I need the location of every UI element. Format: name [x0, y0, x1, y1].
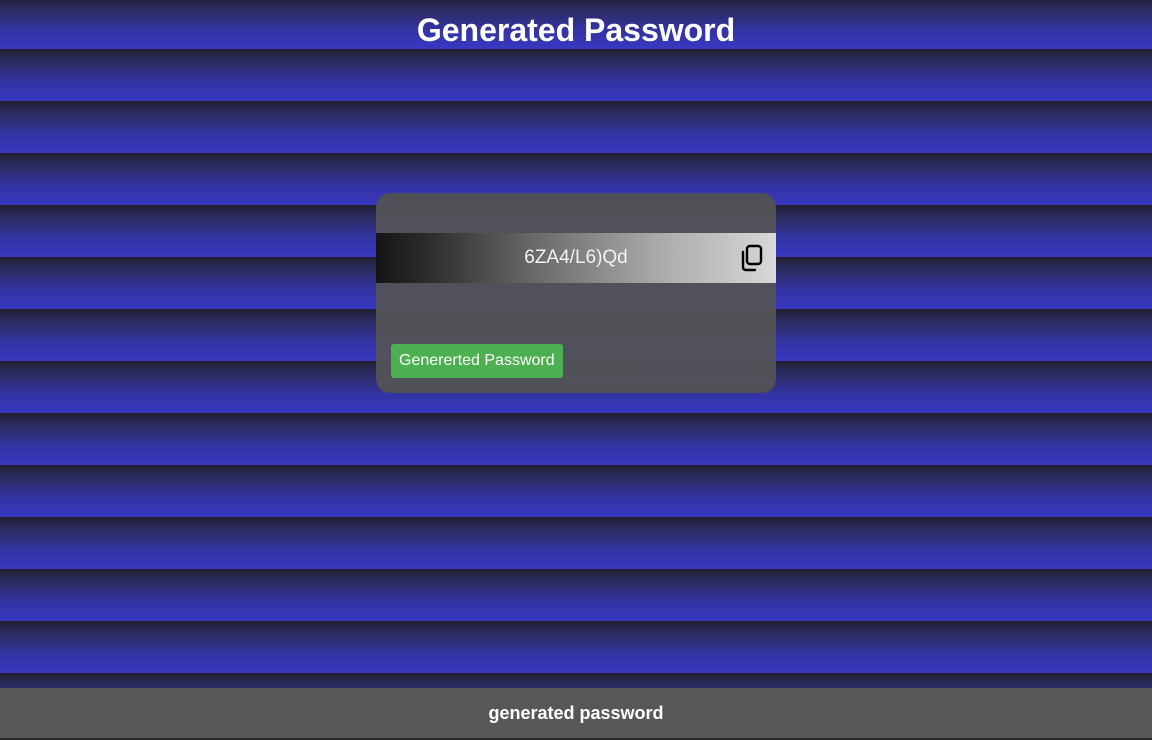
password-card: 6ZA4/L6)Qd Genererted Password [376, 193, 776, 393]
password-value: 6ZA4/L6)Qd [524, 247, 628, 268]
footer-text: generated password [488, 703, 664, 723]
copy-icon[interactable] [738, 244, 764, 272]
page-title: Generated Password [416, 12, 736, 48]
footer: generated password [0, 688, 1152, 738]
password-display: 6ZA4/L6)Qd [376, 233, 776, 283]
generate-password-button[interactable]: Genererted Password [391, 344, 563, 378]
